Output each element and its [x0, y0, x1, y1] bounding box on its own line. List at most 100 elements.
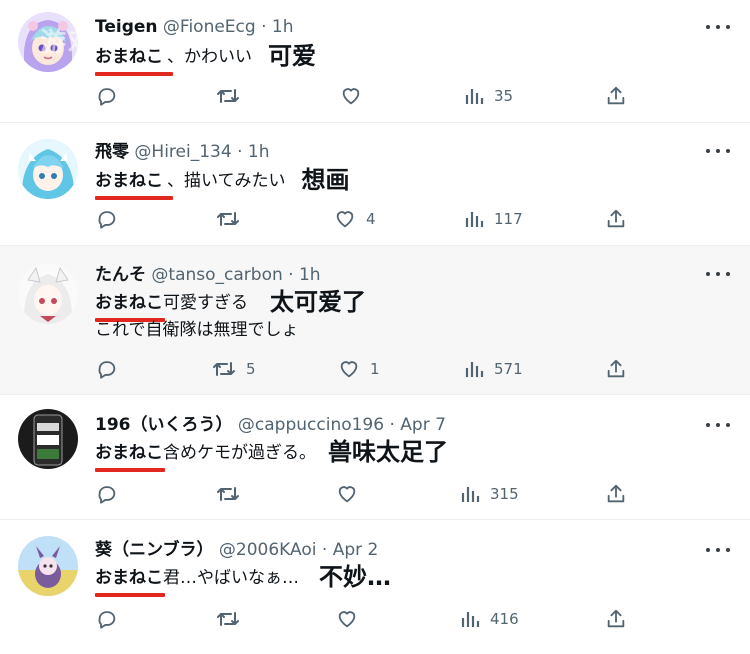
like-button[interactable]: 1: [338, 356, 380, 382]
reply-icon: [98, 361, 116, 379]
tweet-feed: Teigen @FioneEcg · 1h おまねこ 、かわいい 可爱 35 飛…: [0, 0, 750, 654]
reply-button[interactable]: [96, 606, 128, 632]
avatar[interactable]: [18, 409, 78, 469]
share-icon: [607, 209, 625, 228]
timestamp[interactable]: · 1h: [288, 265, 320, 285]
keyword: おまねこ: [95, 568, 165, 597]
tweet-text-rest: 含めケモが過ぎる。: [163, 443, 316, 463]
heart-icon: [336, 211, 354, 228]
views-icon: [465, 212, 484, 227]
tweet-text-rest: 君…やばいなぁ…: [163, 568, 299, 588]
tweet-text: おまねこ可愛すぎる 太可爱了: [95, 290, 366, 322]
tweet-text-line-2: これで自衛隊は無理でしょ: [95, 320, 299, 340]
tweet[interactable]: 飛零 @Hirei_134 · 1h おまねこ 、描いてみたい 想画 4 117: [0, 123, 750, 245]
tweet[interactable]: たんそ @tanso_carbon · 1h おまねこ可愛すぎる 太可爱了 これで…: [0, 246, 750, 394]
tweet-actions: 315: [0, 481, 750, 507]
translation-annotation: 兽味太足了: [328, 438, 448, 466]
keyword: おまねこ: [95, 171, 173, 200]
tweet-actions: 4 117: [0, 206, 750, 232]
like-count: 1: [370, 360, 380, 378]
like-button[interactable]: [340, 83, 372, 109]
display-name[interactable]: 196（いくろう）: [95, 415, 233, 435]
translation-annotation: 想画: [301, 166, 350, 194]
views-icon: [465, 362, 484, 377]
tweet-text: おまねこ 、描いてみたい 想画: [95, 166, 350, 200]
view-count: 571: [494, 360, 523, 378]
like-button[interactable]: [336, 606, 368, 632]
retweet-button[interactable]: [216, 206, 250, 232]
tweet[interactable]: 196（いくろう） @cappuccino196 · Apr 7 おまねこ含めケ…: [0, 395, 750, 519]
tweet-actions: 416: [0, 606, 750, 632]
tweet-actions: 35: [0, 83, 750, 109]
like-button[interactable]: [336, 481, 368, 507]
more-options-icon[interactable]: [706, 542, 730, 558]
reply-button[interactable]: [96, 481, 128, 507]
view-count: 117: [494, 210, 523, 228]
views-button[interactable]: 117: [464, 206, 523, 232]
heart-icon: [338, 611, 356, 628]
retweet-icon: [217, 612, 239, 626]
tweet-text: おまねこ君…やばいなぁ… 不妙…: [95, 565, 391, 597]
timestamp[interactable]: · 1h: [237, 142, 269, 162]
tweet[interactable]: Teigen @FioneEcg · 1h おまねこ 、かわいい 可爱 35: [0, 0, 750, 122]
more-options-icon[interactable]: [706, 143, 730, 159]
display-name[interactable]: 飛零: [95, 142, 129, 162]
avatar[interactable]: [18, 139, 78, 199]
reply-icon: [98, 486, 116, 504]
tweet[interactable]: 葵（ニンブラ） @2006KAoi · Apr 2 おまねこ君…やばいなぁ… 不妙…: [0, 520, 750, 654]
share-icon: [607, 609, 625, 628]
retweet-button[interactable]: [216, 481, 250, 507]
timestamp[interactable]: · 1h: [261, 17, 293, 37]
avatar[interactable]: [18, 264, 78, 324]
tweet-header: 葵（ニンブラ） @2006KAoi · Apr 2: [95, 539, 378, 561]
share-button[interactable]: [605, 606, 627, 632]
share-button[interactable]: [605, 481, 627, 507]
user-handle[interactable]: @2006KAoi: [219, 540, 317, 560]
user-handle[interactable]: @Hirei_134: [134, 142, 231, 162]
views-button[interactable]: 35: [464, 83, 513, 109]
share-button[interactable]: [605, 206, 627, 232]
more-options-icon[interactable]: [706, 19, 730, 35]
reply-button[interactable]: [96, 83, 128, 109]
reply-button[interactable]: [96, 356, 128, 382]
retweet-button[interactable]: [216, 606, 250, 632]
timestamp[interactable]: · Apr 7: [389, 415, 445, 435]
tweet-actions: 5 1 571: [0, 356, 750, 382]
tweet-text-rest: 可愛すぎる: [163, 293, 248, 313]
retweet-icon: [213, 362, 235, 376]
translation-annotation: 可爱: [268, 42, 316, 70]
user-handle[interactable]: @cappuccino196: [238, 415, 384, 435]
views-button[interactable]: 571: [464, 356, 523, 382]
tweet-text: おまねこ 、かわいい 可爱: [95, 42, 316, 76]
timestamp[interactable]: · Apr 2: [322, 540, 378, 560]
tweet-text-rest: 、描いてみたい: [167, 171, 286, 191]
share-button[interactable]: [605, 83, 627, 109]
user-handle[interactable]: @FioneEcg: [163, 17, 256, 37]
tweet-text: おまねこ含めケモが過ぎる。 兽味太足了: [95, 438, 448, 472]
view-count: 315: [490, 485, 519, 503]
reply-button[interactable]: [96, 206, 128, 232]
reply-icon: [98, 611, 116, 629]
retweet-icon: [217, 89, 239, 103]
more-options-icon[interactable]: [706, 266, 730, 282]
tweet-header: Teigen @FioneEcg · 1h: [95, 16, 294, 38]
share-button[interactable]: [605, 356, 627, 382]
retweet-icon: [217, 212, 239, 226]
user-handle[interactable]: @tanso_carbon: [151, 265, 282, 285]
share-icon: [607, 359, 625, 378]
view-count: 35: [494, 87, 514, 105]
views-button[interactable]: 416: [460, 606, 519, 632]
heart-icon: [338, 486, 356, 503]
avatar[interactable]: [18, 536, 78, 596]
like-button[interactable]: 4: [334, 206, 376, 232]
display-name[interactable]: たんそ: [95, 265, 146, 285]
retweet-icon: [217, 487, 239, 501]
display-name[interactable]: Teigen: [95, 17, 158, 37]
retweet-button[interactable]: 5: [212, 356, 256, 382]
views-button[interactable]: 315: [460, 481, 519, 507]
more-options-icon[interactable]: [706, 417, 730, 433]
display-name[interactable]: 葵（ニンブラ）: [95, 540, 214, 560]
keyword: おまねこ: [95, 443, 165, 472]
like-count: 4: [366, 210, 376, 228]
retweet-button[interactable]: [216, 83, 250, 109]
